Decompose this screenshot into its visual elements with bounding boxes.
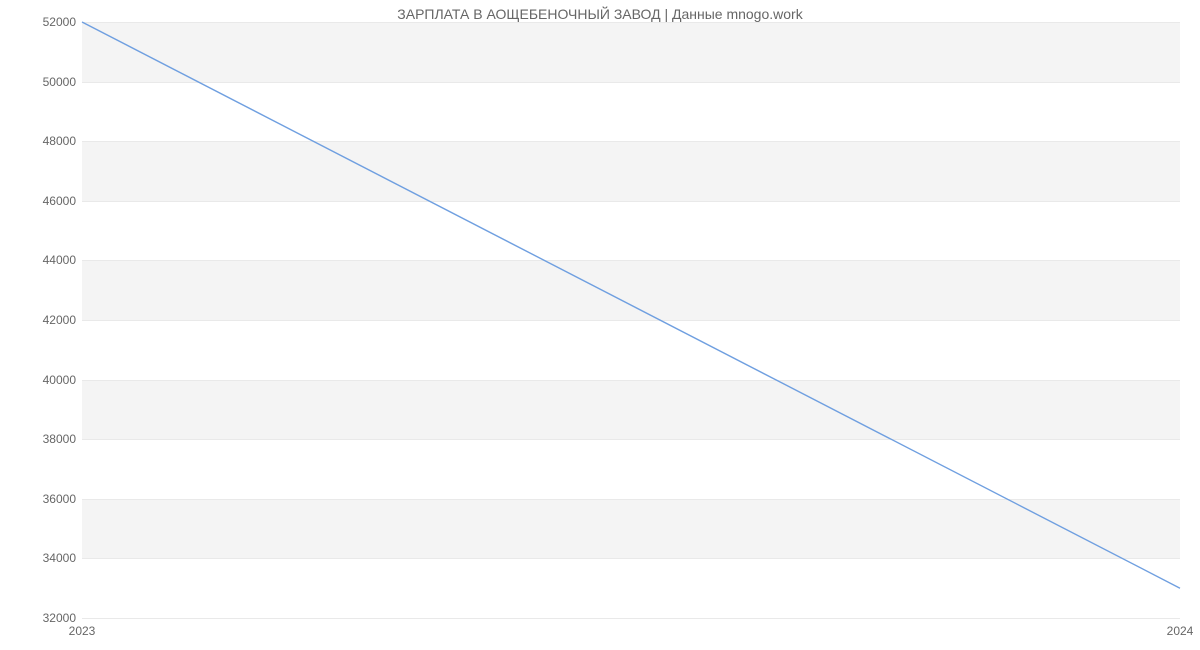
y-tick-label: 32000 [16,611,76,625]
salary-line-chart: ЗАРПЛАТА В АОЩЕБЕНОЧНЫЙ ЗАВОД | Данные m… [0,0,1200,650]
chart-title: ЗАРПЛАТА В АОЩЕБЕНОЧНЫЙ ЗАВОД | Данные m… [0,6,1200,22]
data-line [82,22,1180,588]
y-tick-label: 34000 [16,551,76,565]
y-tick-label: 48000 [16,134,76,148]
gridline [82,618,1180,619]
y-tick-label: 44000 [16,253,76,267]
y-tick-label: 46000 [16,194,76,208]
line-layer [82,22,1180,618]
y-tick-label: 42000 [16,313,76,327]
y-tick-label: 38000 [16,432,76,446]
y-tick-label: 52000 [16,15,76,29]
plot-area [82,22,1180,618]
y-tick-label: 40000 [16,373,76,387]
y-tick-label: 36000 [16,492,76,506]
y-tick-label: 50000 [16,75,76,89]
x-tick-label: 2023 [69,624,96,638]
x-tick-label: 2024 [1167,624,1194,638]
